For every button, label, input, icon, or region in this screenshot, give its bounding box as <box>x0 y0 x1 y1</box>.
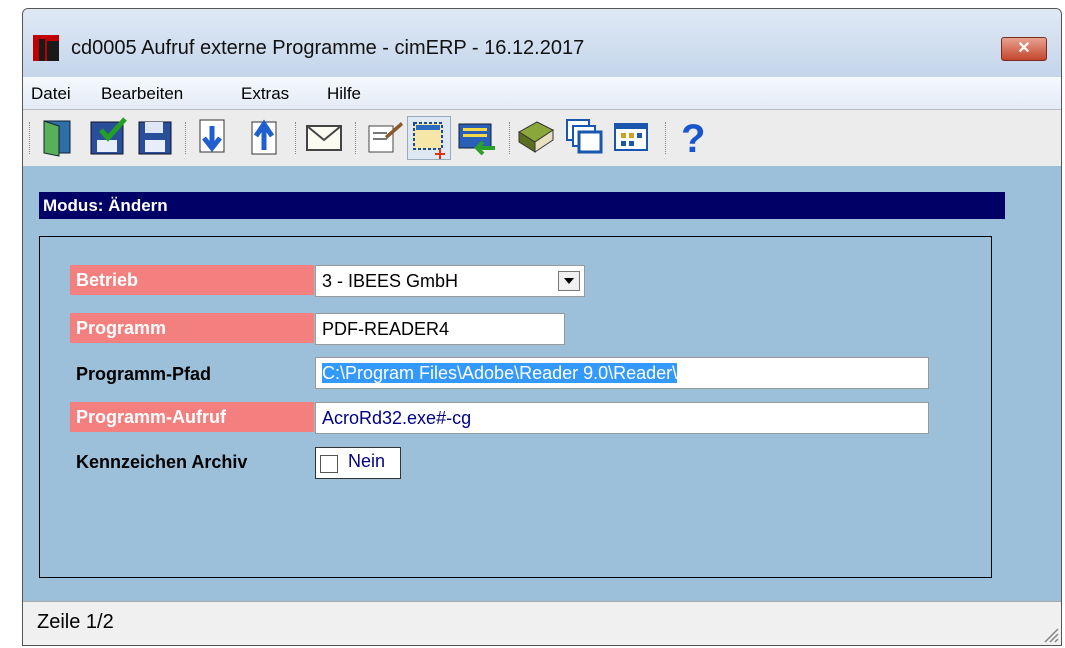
book-icon[interactable] <box>515 116 557 158</box>
programm-label: Programm <box>70 313 314 343</box>
grid-icon[interactable] <box>611 116 653 158</box>
betrieb-label: Betrieb <box>70 265 314 295</box>
save-icon[interactable] <box>133 116 175 158</box>
help-icon[interactable]: ? <box>673 116 715 161</box>
resize-grip-icon[interactable] <box>1039 623 1059 643</box>
menu-datei[interactable]: Datei <box>31 84 71 104</box>
mail-icon[interactable] <box>303 116 345 158</box>
exit-icon[interactable] <box>37 116 79 158</box>
windows-icon[interactable] <box>563 116 605 158</box>
status-bar: Zeile 1/2 <box>23 601 1061 645</box>
programm-aufruf-label: Programm-Aufruf <box>70 402 314 432</box>
kennzeichen-archiv-label: Kennzeichen Archiv <box>76 452 248 472</box>
transfer-icon[interactable] <box>455 116 497 158</box>
record-up-icon[interactable] <box>243 116 285 158</box>
mode-bar: Modus: Ändern <box>39 192 1005 219</box>
menu-extras[interactable]: Extras <box>241 84 289 104</box>
archiv-checkbox[interactable] <box>320 455 338 473</box>
status-text: Zeile 1/2 <box>37 611 114 633</box>
menu-hilfe[interactable]: Hilfe <box>327 84 361 104</box>
title-bar[interactable]: cd0005 Aufruf externe Programme - cimERP… <box>23 9 1061 77</box>
content-area: Modus: Ändern Betrieb 3 - IBEES GmbH Pro… <box>23 166 1061 602</box>
save-check-icon[interactable] <box>87 116 129 158</box>
record-down-icon[interactable] <box>191 116 233 158</box>
app-logo-icon <box>33 35 59 61</box>
programm-pfad-input[interactable]: C:\Program Files\Adobe\Reader 9.0\Reader… <box>315 357 929 389</box>
edit-note-icon[interactable] <box>363 116 405 158</box>
menu-bearbeiten[interactable]: Bearbeiten <box>101 84 183 104</box>
toolbar-grip <box>29 122 33 154</box>
archiv-checkbox-field[interactable]: Nein <box>315 447 401 479</box>
programm-pfad-value: C:\Program Files\Adobe\Reader 9.0\Reader… <box>322 363 678 383</box>
application-window: cd0005 Aufruf externe Programme - cimERP… <box>22 8 1062 646</box>
programm-input[interactable]: PDF-READER4 <box>315 313 565 345</box>
programm-pfad-label: Programm-Pfad <box>76 364 212 384</box>
betrieb-value: 3 - IBEES GmbH <box>322 271 459 291</box>
programm-aufruf-input[interactable]: AcroRd32.exe#-cg <box>315 402 929 434</box>
window-title: cd0005 Aufruf externe Programme - cimERP… <box>71 37 585 59</box>
menu-bar: Datei Bearbeiten Extras Hilfe <box>23 77 1061 109</box>
new-record-icon[interactable] <box>407 116 451 160</box>
chevron-down-icon[interactable] <box>558 271 580 291</box>
form-panel: Betrieb 3 - IBEES GmbH Programm PDF-READ… <box>39 236 992 578</box>
svg-text:?: ? <box>681 117 705 158</box>
close-button[interactable]: ✕ <box>1001 37 1047 61</box>
toolbar: ? <box>23 109 1061 167</box>
betrieb-select[interactable]: 3 - IBEES GmbH <box>315 265 585 297</box>
archiv-value: Nein <box>348 451 386 471</box>
